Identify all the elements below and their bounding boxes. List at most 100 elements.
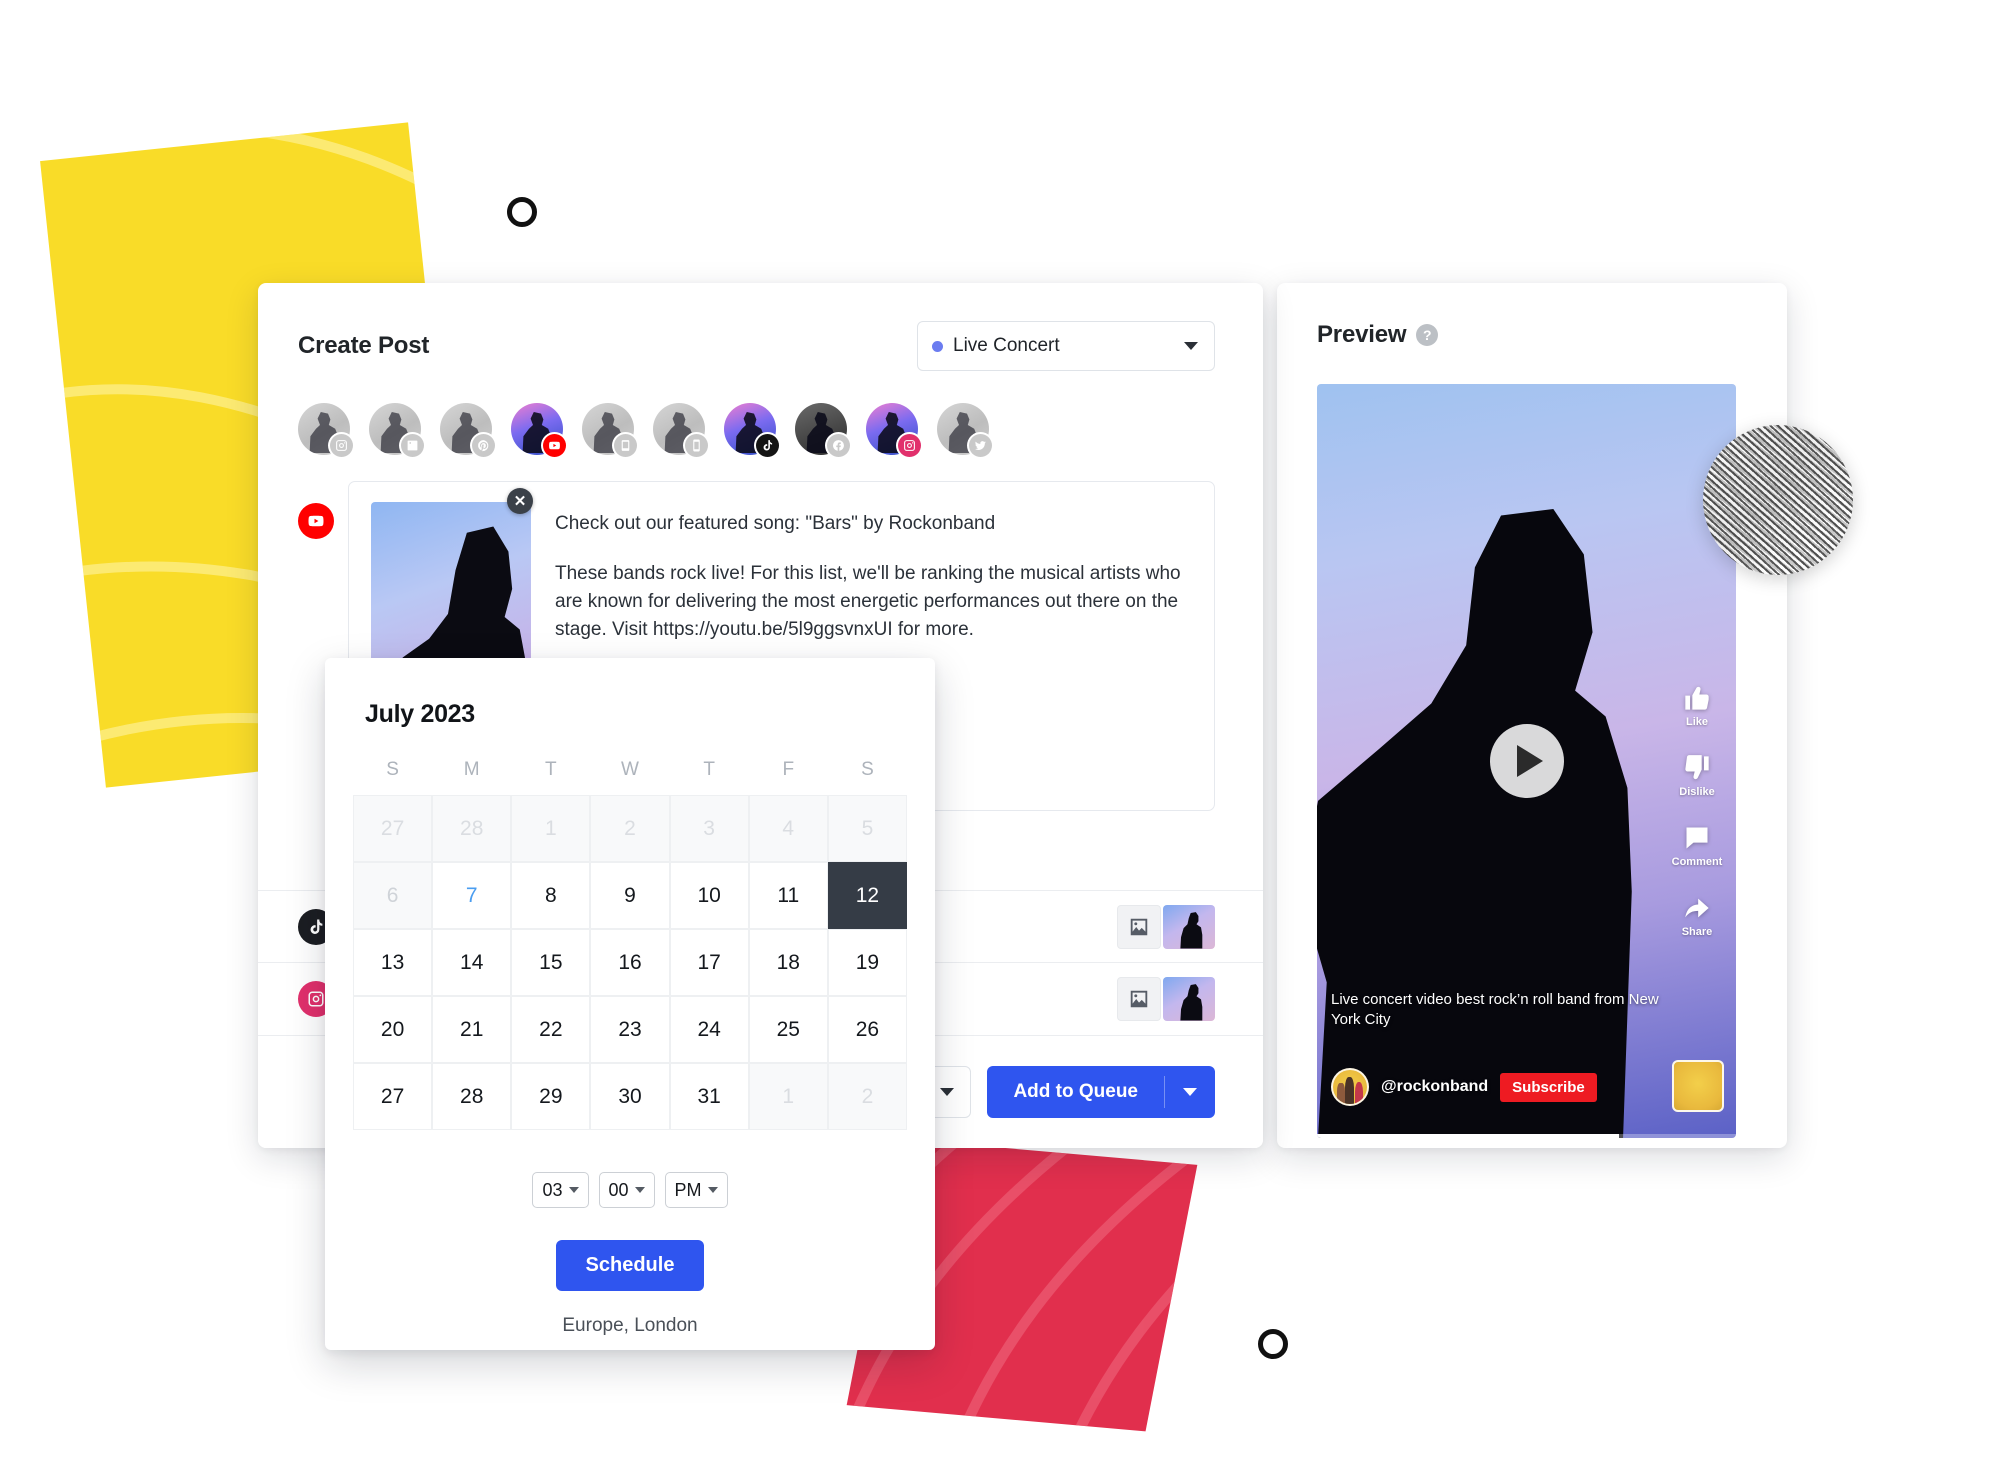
facebook-icon bbox=[827, 434, 850, 457]
comment-button[interactable]: Comment bbox=[1672, 824, 1722, 868]
close-icon[interactable]: ✕ bbox=[507, 488, 533, 514]
like-button[interactable]: Like bbox=[1683, 684, 1711, 728]
calendar-day-cell[interactable]: 8 bbox=[511, 862, 591, 929]
account-avatar-youtube[interactable] bbox=[511, 403, 566, 457]
campaign-color-dot bbox=[932, 340, 943, 352]
band-photo-small bbox=[1678, 1072, 1718, 1110]
calendar-day-cell[interactable]: 30 bbox=[590, 1063, 670, 1130]
add-to-queue-button[interactable]: Add to Queue bbox=[987, 1066, 1215, 1118]
row-thumbnail[interactable] bbox=[1163, 904, 1215, 949]
calendar-day-cell[interactable]: 14 bbox=[432, 929, 512, 996]
channel-avatar[interactable] bbox=[1331, 1068, 1369, 1106]
share-label: Share bbox=[1681, 926, 1713, 938]
calendar-day-cell[interactable]: 27 bbox=[353, 1063, 433, 1130]
chevron-down-icon bbox=[707, 1187, 718, 1193]
calendar-day-cell[interactable]: 7 bbox=[432, 862, 512, 929]
calendar-day-cell[interactable]: 9 bbox=[590, 862, 670, 929]
like-label: Like bbox=[1685, 716, 1708, 728]
calendar-day-cell[interactable]: 28 bbox=[432, 1063, 512, 1130]
calendar-day-cell: 1 bbox=[511, 795, 591, 862]
calendar-day-cell[interactable]: 17 bbox=[669, 929, 749, 996]
screen: Preview ? Like Dislike Comment Share Liv… bbox=[0, 0, 2000, 1465]
calendar-day-cell[interactable]: 29 bbox=[511, 1063, 591, 1130]
calendar-day-cell[interactable]: 18 bbox=[748, 929, 828, 996]
linkedin-icon bbox=[401, 434, 424, 457]
calendar-day-cell[interactable]: 12 bbox=[827, 862, 907, 929]
row-thumbnail[interactable] bbox=[1163, 976, 1215, 1021]
thumbs-up-icon bbox=[1685, 686, 1709, 710]
play-icon[interactable] bbox=[1489, 724, 1564, 798]
video-caption: Live concert video best rock’n roll band… bbox=[1331, 990, 1659, 1028]
weekday-label: M bbox=[463, 759, 480, 780]
minute-select[interactable]: 00 bbox=[598, 1172, 655, 1208]
comment-icon bbox=[1686, 827, 1708, 849]
calendar-day-cell: 2 bbox=[827, 1063, 907, 1130]
post-text-line-1: Check out our featured song: "Bars" by R… bbox=[555, 513, 996, 534]
video-progress-bar[interactable] bbox=[1317, 1134, 1736, 1138]
image-icon[interactable] bbox=[1117, 904, 1161, 949]
account-avatar-pinterest[interactable] bbox=[440, 403, 495, 457]
video-preview[interactable]: Like Dislike Comment Share Live concert … bbox=[1317, 384, 1736, 1138]
calendar-day-cell[interactable]: 20 bbox=[353, 996, 433, 1063]
calendar-day-cell: 2 bbox=[590, 795, 670, 862]
account-avatar-facebook[interactable] bbox=[795, 403, 850, 457]
schedule-button[interactable]: Schedule bbox=[555, 1240, 705, 1291]
chevron-down-icon bbox=[1183, 1088, 1197, 1096]
dislike-button[interactable]: Dislike bbox=[1679, 754, 1715, 798]
help-icon[interactable]: ? bbox=[1416, 324, 1439, 346]
chevron-down-icon bbox=[1184, 342, 1198, 350]
account-avatar-linkedin[interactable] bbox=[369, 403, 424, 457]
calendar-day-cell[interactable]: 24 bbox=[669, 996, 749, 1063]
calendar-day-cell[interactable]: 22 bbox=[511, 996, 591, 1063]
page-title: Create Post bbox=[298, 332, 430, 359]
weekday-label: T bbox=[545, 759, 557, 780]
post-text-line-2: These bands rock live! For this list, we… bbox=[555, 563, 1181, 641]
channel-handle[interactable]: @rockonband bbox=[1381, 1078, 1488, 1096]
thumbs-down-icon bbox=[1685, 755, 1709, 780]
calendar-day-cell[interactable]: 13 bbox=[353, 929, 433, 996]
calendar-day-cell[interactable]: 25 bbox=[748, 996, 828, 1063]
calendar-month-title: July 2023 bbox=[365, 700, 475, 728]
calendar-day-cell: 28 bbox=[432, 795, 512, 862]
weekday-label: S bbox=[386, 759, 399, 780]
calendar-day-cell[interactable]: 31 bbox=[669, 1063, 749, 1130]
calendar-day-cell[interactable]: 15 bbox=[511, 929, 591, 996]
image-icon[interactable] bbox=[1117, 976, 1161, 1021]
calendar-day-cell: 5 bbox=[827, 795, 907, 862]
play-triangle bbox=[1516, 745, 1543, 777]
subscribe-button[interactable]: Subscribe bbox=[1500, 1072, 1597, 1102]
youtube-icon bbox=[298, 503, 334, 539]
calendar-day-cell[interactable]: 26 bbox=[827, 996, 907, 1063]
account-avatar-threads[interactable] bbox=[653, 403, 708, 457]
corner-thumbnail[interactable] bbox=[1672, 1060, 1724, 1112]
meridiem-select[interactable]: PM bbox=[664, 1172, 728, 1208]
calendar-day-cell: 3 bbox=[669, 795, 749, 862]
calendar-day-cell[interactable]: 21 bbox=[432, 996, 512, 1063]
calendar-day-cell: 4 bbox=[748, 795, 828, 862]
account-avatar-instagram-2[interactable] bbox=[866, 403, 921, 457]
account-avatar-twitter[interactable] bbox=[937, 403, 992, 457]
hour-select[interactable]: 03 bbox=[532, 1172, 589, 1208]
weekday-label: T bbox=[703, 759, 715, 780]
account-avatar-tiktok[interactable] bbox=[724, 403, 779, 457]
add-to-queue-dropdown[interactable] bbox=[1165, 1066, 1215, 1118]
chevron-down-icon bbox=[940, 1088, 955, 1096]
schedule-calendar-popover: July 2023 S M T W T F S 27 28 1 2 3 4 5 6 7 8 9 10 1… bbox=[325, 658, 935, 1350]
create-post-header: Create Post Live Concert bbox=[258, 283, 1263, 371]
campaign-select[interactable]: Live Concert bbox=[917, 321, 1215, 371]
weekday-label: F bbox=[782, 759, 795, 780]
ring-decoration-bottom bbox=[1258, 1329, 1288, 1359]
calendar-day-cell[interactable]: 10 bbox=[669, 862, 749, 929]
weekday-label: W bbox=[621, 759, 639, 780]
calendar-day-cell[interactable]: 23 bbox=[590, 996, 670, 1063]
calendar-grid: 27 28 1 2 3 4 5 6 7 8 9 10 11 12 13 14 15 16 17 18 19 20 21 22 2… bbox=[325, 781, 935, 1130]
calendar-day-cell[interactable]: 16 bbox=[590, 929, 670, 996]
calendar-day-cell[interactable]: 19 bbox=[827, 929, 907, 996]
share-button[interactable]: Share bbox=[1681, 894, 1713, 938]
calendar-day-cell[interactable]: 11 bbox=[748, 862, 828, 929]
instagram-icon bbox=[898, 434, 921, 457]
account-avatar-mastodon[interactable] bbox=[582, 403, 637, 457]
time-picker-row: 03 00 PM bbox=[325, 1130, 935, 1208]
account-avatar-instagram[interactable] bbox=[298, 403, 353, 457]
preview-panel: Preview ? Like Dislike Comment Share Liv… bbox=[1277, 283, 1787, 1148]
